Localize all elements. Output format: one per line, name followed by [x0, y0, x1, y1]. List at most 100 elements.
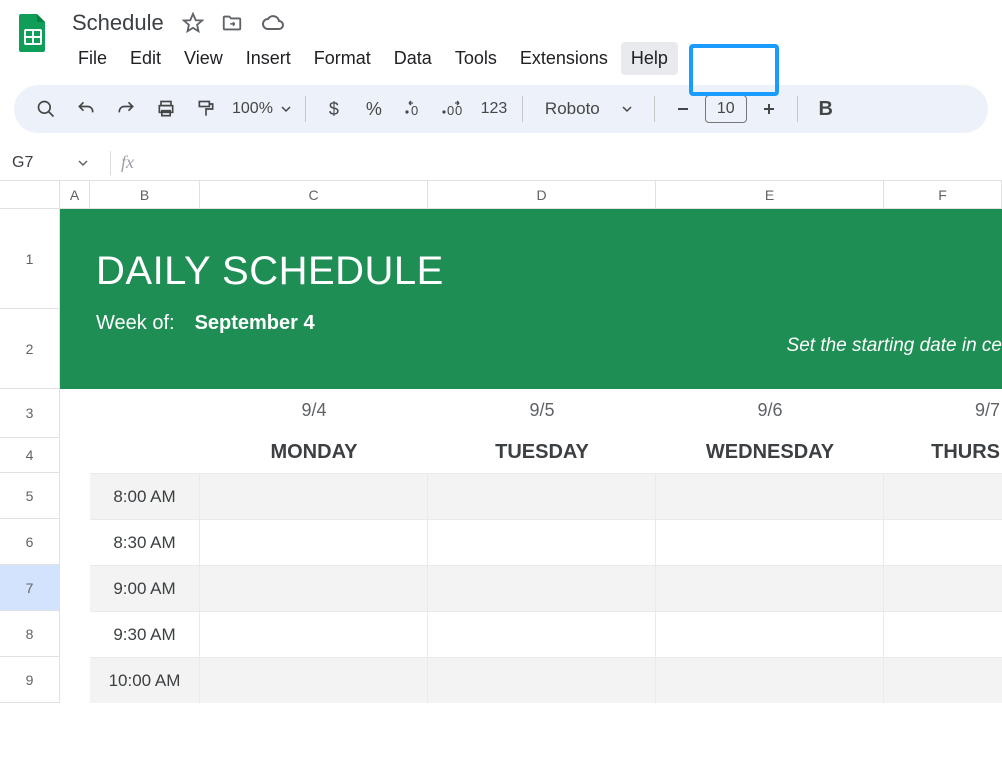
row-header-9[interactable]: 9	[0, 657, 60, 703]
menu-edit[interactable]: Edit	[120, 42, 171, 75]
col-header-A[interactable]: A	[60, 181, 90, 208]
time-row: 8:30 AM	[60, 519, 1002, 565]
menu-data[interactable]: Data	[384, 42, 442, 75]
row-header-8[interactable]: 8	[0, 611, 60, 657]
slot-cell[interactable]	[428, 657, 656, 703]
name-box[interactable]: G7	[0, 154, 100, 172]
day-cell[interactable]: WEDNESDAY	[656, 431, 884, 473]
slot-cell[interactable]	[884, 611, 1002, 657]
search-menus-icon[interactable]	[28, 91, 64, 127]
row-header-2[interactable]: 2	[0, 309, 60, 389]
menu-file[interactable]: File	[68, 42, 117, 75]
col-header-D[interactable]: D	[428, 181, 656, 208]
slot-cell[interactable]	[200, 519, 428, 565]
menu-help[interactable]: Help	[621, 42, 678, 75]
row-header-1[interactable]: 1	[0, 209, 60, 309]
banner-hint: Set the starting date in ce	[787, 335, 1002, 357]
week-label: Week of:	[96, 312, 175, 335]
slot-cell[interactable]	[200, 565, 428, 611]
more-formats-icon[interactable]: 123	[476, 91, 512, 127]
time-cell[interactable]: 10:00 AM	[90, 657, 200, 703]
increase-decimal-icon[interactable]: 00	[436, 91, 472, 127]
percent-icon[interactable]: %	[356, 91, 392, 127]
slot-cell[interactable]	[656, 657, 884, 703]
sheets-logo[interactable]	[12, 12, 54, 54]
doc-title[interactable]: Schedule	[68, 8, 168, 38]
undo-icon[interactable]	[68, 91, 104, 127]
date-cell[interactable]: 9/5	[428, 389, 656, 431]
grid: A B C D E F 1 2 3 4 5 6 7 8 9 DAILY SCHE…	[0, 181, 1002, 703]
slot-cell[interactable]	[428, 473, 656, 519]
currency-icon[interactable]: $	[316, 91, 352, 127]
slot-cell[interactable]	[200, 611, 428, 657]
row-header-5[interactable]: 5	[0, 473, 60, 519]
slot-cell[interactable]	[428, 611, 656, 657]
slot-cell[interactable]	[884, 565, 1002, 611]
star-icon[interactable]	[182, 12, 204, 34]
date-cell[interactable]: 9/4	[200, 389, 428, 431]
menu-tools[interactable]: Tools	[445, 42, 507, 75]
chevron-down-icon	[281, 104, 291, 114]
menu-insert[interactable]: Insert	[236, 42, 301, 75]
time-cell[interactable]: 8:30 AM	[90, 519, 200, 565]
slot-cell[interactable]	[884, 473, 1002, 519]
row-header-4[interactable]: 4	[0, 438, 60, 473]
cells-area[interactable]: DAILY SCHEDULE Week of: September 4 Set …	[60, 209, 1002, 703]
day-cell[interactable]: THURS	[884, 431, 1002, 473]
cloud-status-icon[interactable]	[260, 12, 286, 34]
slot-cell[interactable]	[656, 473, 884, 519]
day-row: MONDAY TUESDAY WEDNESDAY THURS	[60, 431, 1002, 473]
time-cell[interactable]: 9:00 AM	[90, 565, 200, 611]
slot-cell[interactable]	[428, 519, 656, 565]
time-row: 8:00 AM	[60, 473, 1002, 519]
col-header-C[interactable]: C	[200, 181, 428, 208]
title-area: Schedule File Edit View Insert Format Da…	[68, 8, 990, 75]
name-box-value: G7	[12, 154, 33, 172]
schedule-title: DAILY SCHEDULE	[96, 249, 1002, 294]
time-row: 10:00 AM	[60, 657, 1002, 703]
select-all-corner[interactable]	[0, 181, 60, 208]
date-cell[interactable]: 9/7	[884, 389, 1002, 431]
decrease-decimal-icon[interactable]: 0	[396, 91, 432, 127]
font-size-input[interactable]: 10	[705, 95, 747, 123]
redo-icon[interactable]	[108, 91, 144, 127]
separator	[797, 96, 798, 122]
col-header-E[interactable]: E	[656, 181, 884, 208]
docbar: Schedule File Edit View Insert Format Da…	[0, 0, 1002, 75]
slot-cell[interactable]	[656, 519, 884, 565]
separator	[654, 96, 655, 122]
decrease-font-icon[interactable]	[665, 91, 701, 127]
bold-icon[interactable]: B	[808, 91, 844, 127]
row-header-7[interactable]: 7	[0, 565, 60, 611]
row-header-6[interactable]: 6	[0, 519, 60, 565]
font-size-control: 10	[665, 91, 787, 127]
font-family-value: Roboto	[545, 99, 600, 119]
time-cell[interactable]: 8:00 AM	[90, 473, 200, 519]
print-icon[interactable]	[148, 91, 184, 127]
svg-text:0: 0	[455, 103, 462, 118]
menu-view[interactable]: View	[174, 42, 233, 75]
zoom-select[interactable]: 100%	[228, 100, 295, 118]
time-cell[interactable]: 9:30 AM	[90, 611, 200, 657]
paint-format-icon[interactable]	[188, 91, 224, 127]
slot-cell[interactable]	[656, 565, 884, 611]
day-cell[interactable]: MONDAY	[200, 431, 428, 473]
slot-cell[interactable]	[200, 657, 428, 703]
slot-cell[interactable]	[656, 611, 884, 657]
menu-extensions[interactable]: Extensions	[510, 42, 618, 75]
zoom-value: 100%	[232, 100, 273, 118]
slot-cell[interactable]	[200, 473, 428, 519]
col-header-F[interactable]: F	[884, 181, 1002, 208]
slot-cell[interactable]	[428, 565, 656, 611]
increase-font-icon[interactable]	[751, 91, 787, 127]
column-headers: A B C D E F	[0, 181, 1002, 209]
slot-cell[interactable]	[884, 519, 1002, 565]
day-cell[interactable]: TUESDAY	[428, 431, 656, 473]
menu-format[interactable]: Format	[304, 42, 381, 75]
slot-cell[interactable]	[884, 657, 1002, 703]
move-folder-icon[interactable]	[220, 12, 244, 34]
col-header-B[interactable]: B	[90, 181, 200, 208]
font-family-select[interactable]: Roboto	[533, 99, 644, 119]
date-cell[interactable]: 9/6	[656, 389, 884, 431]
row-header-3[interactable]: 3	[0, 389, 60, 438]
